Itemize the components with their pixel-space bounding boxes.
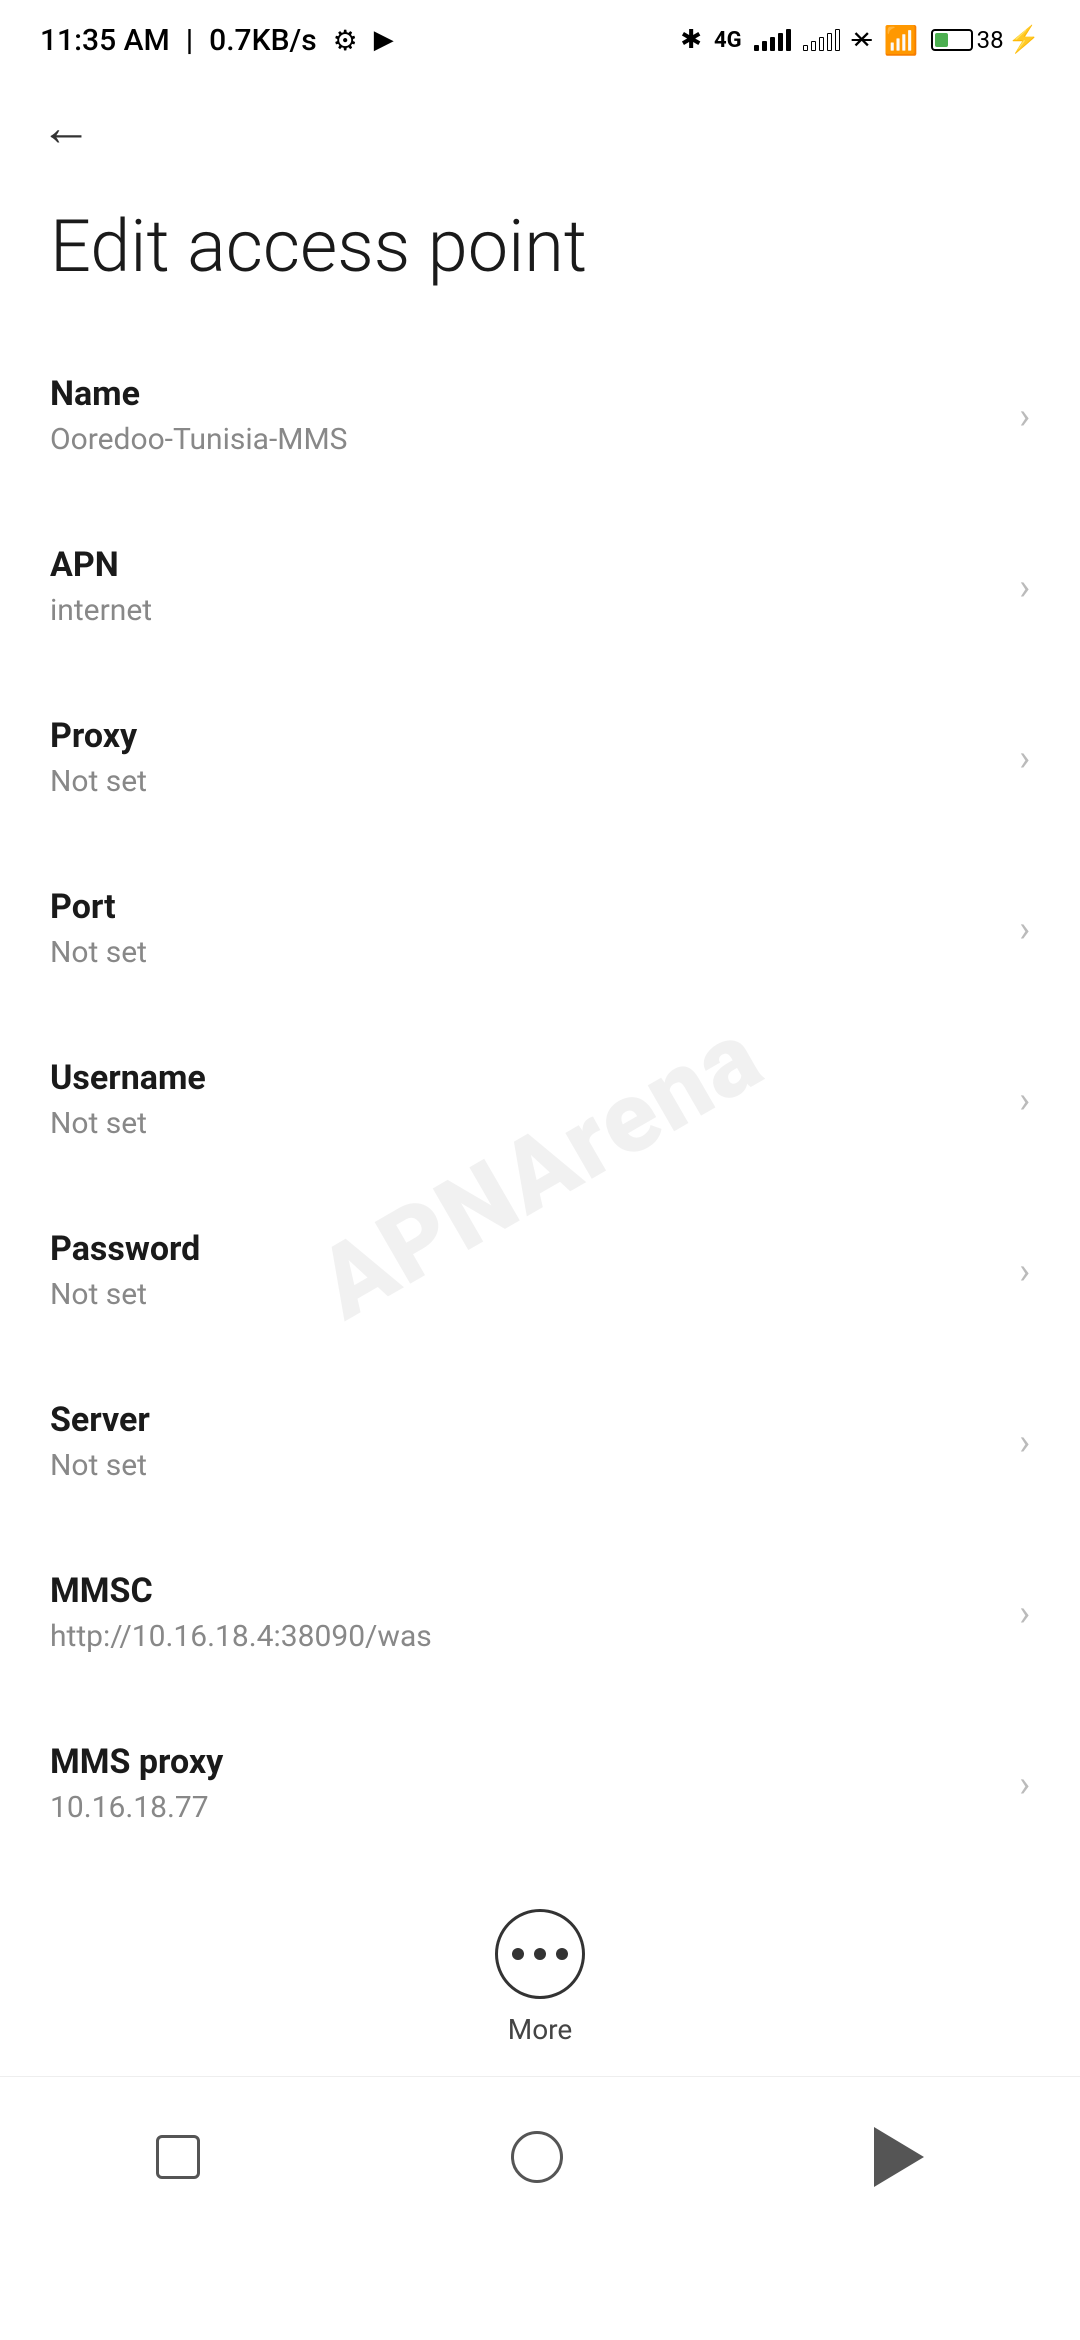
settings-item-label: MMSC xyxy=(50,1571,999,1611)
settings-item-value: http://10.16.18.4:38090/was xyxy=(50,1619,999,1654)
settings-item[interactable]: Name Ooredoo-Tunisia-MMS › xyxy=(0,330,1080,501)
settings-item-content: Name Ooredoo-Tunisia-MMS xyxy=(50,374,999,457)
settings-item-content: Port Not set xyxy=(50,887,999,970)
signal-bars-1 xyxy=(754,29,791,51)
chevron-right-icon: › xyxy=(1019,1421,1030,1463)
settings-item-label: Proxy xyxy=(50,716,999,756)
more-button[interactable] xyxy=(495,1909,585,1999)
battery-icon xyxy=(931,29,973,51)
toolbar: ← xyxy=(0,72,1080,164)
signal-bars-2 xyxy=(803,29,840,51)
nav-bar xyxy=(0,2076,1080,2247)
settings-item-content: Server Not set xyxy=(50,1400,999,1483)
recents-button[interactable] xyxy=(136,2115,220,2199)
settings-item-content: APN internet xyxy=(50,545,999,628)
settings-item-content: Proxy Not set xyxy=(50,716,999,799)
more-label: More xyxy=(508,2013,573,2046)
settings-item-value: Not set xyxy=(50,1448,999,1483)
settings-item-label: Name xyxy=(50,374,999,414)
back-button[interactable]: ← xyxy=(40,102,92,154)
settings-item-label: APN xyxy=(50,545,999,585)
chevron-right-icon: › xyxy=(1019,908,1030,950)
settings-item-content: Password Not set xyxy=(50,1229,999,1312)
settings-item-value: Not set xyxy=(50,935,999,970)
speed-display: 0.7KB/s xyxy=(209,23,316,58)
wifi-icon: 📶 xyxy=(884,24,919,57)
no-signal-icon: ✕ xyxy=(852,26,872,54)
settings-item[interactable]: MMS proxy 10.16.18.77 › xyxy=(0,1698,1080,1869)
status-left: 11:35 AM | 0.7KB/s ⚙ ▶ xyxy=(40,23,394,58)
settings-item-content: Username Not set xyxy=(50,1058,999,1141)
chevron-right-icon: › xyxy=(1019,1592,1030,1634)
page-title: Edit access point xyxy=(0,164,1080,310)
settings-item-content: MMS proxy 10.16.18.77 xyxy=(50,1742,999,1825)
settings-item-value: Not set xyxy=(50,764,999,799)
settings-icon: ⚙ xyxy=(333,24,358,57)
back-nav-icon xyxy=(874,2127,924,2187)
settings-item[interactable]: Server Not set › xyxy=(0,1356,1080,1527)
more-dots-icon xyxy=(512,1948,568,1960)
video-icon: ▶ xyxy=(374,25,394,55)
settings-list: Name Ooredoo-Tunisia-MMS › APN internet … xyxy=(0,330,1080,1869)
settings-item-content: MMSC http://10.16.18.4:38090/was xyxy=(50,1571,999,1654)
chevron-right-icon: › xyxy=(1019,1763,1030,1805)
status-bar: 11:35 AM | 0.7KB/s ⚙ ▶ ✱ 4G ✕ 📶 38 xyxy=(0,0,1080,72)
home-button[interactable] xyxy=(491,2111,583,2203)
settings-item-label: Password xyxy=(50,1229,999,1269)
home-icon xyxy=(511,2131,563,2183)
settings-item-value: Not set xyxy=(50,1106,999,1141)
more-button-container: More xyxy=(0,1869,1080,2076)
settings-item-label: MMS proxy xyxy=(50,1742,999,1782)
back-nav-button[interactable] xyxy=(854,2107,944,2207)
time-display: 11:35 AM xyxy=(40,23,170,58)
settings-item[interactable]: Username Not set › xyxy=(0,1014,1080,1185)
settings-item[interactable]: Port Not set › xyxy=(0,843,1080,1014)
chevron-right-icon: › xyxy=(1019,1079,1030,1121)
chevron-right-icon: › xyxy=(1019,566,1030,608)
status-right: ✱ 4G ✕ 📶 38 ⚡ xyxy=(680,24,1040,57)
settings-item-label: Port xyxy=(50,887,999,927)
chevron-right-icon: › xyxy=(1019,1250,1030,1292)
settings-item-label: Server xyxy=(50,1400,999,1440)
battery-percent: 38 xyxy=(977,26,1004,54)
data-speed: | xyxy=(186,23,193,58)
bluetooth-icon: ✱ xyxy=(680,25,702,55)
charging-icon: ⚡ xyxy=(1008,25,1040,55)
settings-item[interactable]: APN internet › xyxy=(0,501,1080,672)
settings-item-value: 10.16.18.77 xyxy=(50,1790,999,1825)
4g-label: 4G xyxy=(714,28,742,53)
recents-icon xyxy=(156,2135,200,2179)
settings-item[interactable]: Password Not set › xyxy=(0,1185,1080,1356)
chevron-right-icon: › xyxy=(1019,737,1030,779)
settings-item[interactable]: MMSC http://10.16.18.4:38090/was › xyxy=(0,1527,1080,1698)
settings-item-value: internet xyxy=(50,593,999,628)
settings-item-value: Ooredoo-Tunisia-MMS xyxy=(50,422,999,457)
settings-item-label: Username xyxy=(50,1058,999,1098)
back-arrow-icon: ← xyxy=(40,102,92,154)
settings-item[interactable]: Proxy Not set › xyxy=(0,672,1080,843)
settings-item-value: Not set xyxy=(50,1277,999,1312)
chevron-right-icon: › xyxy=(1019,395,1030,437)
